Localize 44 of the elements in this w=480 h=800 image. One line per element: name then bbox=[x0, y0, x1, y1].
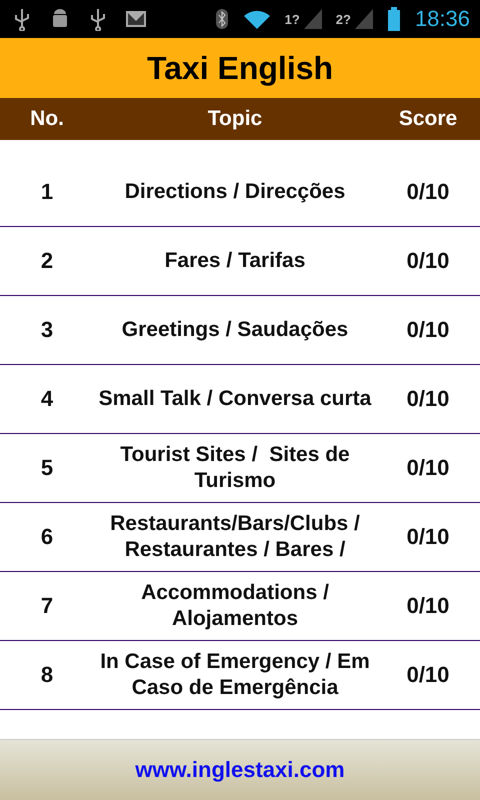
score-value: 0/10 bbox=[406, 523, 450, 551]
topic-row[interactable]: 3 Greetings / Saudações 0/10 bbox=[0, 296, 480, 365]
row-number: 5 bbox=[40, 454, 54, 482]
topic-row[interactable]: 6 Restaurants/Bars/Clubs / Restaurantes / Bares / 0/10 bbox=[0, 503, 480, 572]
topic-title: Fares / Tarifas bbox=[164, 248, 306, 274]
topic-row[interactable]: 2 Fares / Tarifas 0/10 bbox=[0, 227, 480, 296]
signal-icon bbox=[352, 7, 373, 31]
column-header: No. bbox=[30, 107, 64, 131]
score-value: 0/10 bbox=[406, 385, 450, 413]
battery-icon bbox=[386, 7, 401, 31]
score-value: 0/10 bbox=[406, 592, 450, 620]
score-value: 0/10 bbox=[406, 316, 450, 344]
topic-row[interactable]: 5 Tourist Sites / Sites de Turismo 0/10 bbox=[0, 434, 480, 503]
app-title: Taxi English bbox=[146, 50, 334, 86]
clock-time: 18:36 bbox=[414, 6, 470, 32]
topic-row[interactable]: 4 Small Talk / Conversa curta 0/10 bbox=[0, 365, 480, 434]
topic-title: Small Talk / Conversa curta bbox=[98, 386, 372, 412]
topic-title: Tourist Sites / Sites de Turismo bbox=[119, 442, 351, 494]
sim-label: 2? bbox=[336, 12, 351, 26]
row-number: 2 bbox=[40, 247, 54, 275]
sim-label: 1? bbox=[284, 12, 300, 26]
bluetooth-icon bbox=[214, 7, 229, 31]
row-number: 6 bbox=[40, 523, 54, 551]
score-value: 0/10 bbox=[406, 247, 450, 275]
row-number: 1 bbox=[40, 178, 54, 206]
signal-icon bbox=[302, 7, 322, 31]
column-header: Score bbox=[398, 107, 458, 131]
column-header: Topic bbox=[208, 107, 262, 131]
score-value: 0/10 bbox=[406, 454, 450, 482]
row-number: 3 bbox=[40, 316, 54, 344]
score-value: 0/10 bbox=[406, 661, 450, 689]
row-number: 8 bbox=[40, 661, 54, 689]
topic-row[interactable]: 8 In Case of Emergency / Em Caso de Emergência 0/10 bbox=[0, 641, 480, 710]
topic-row[interactable]: 7 Accommodations / Alojamentos 0/10 bbox=[0, 572, 480, 641]
website-link[interactable]: www.inglestaxi.com bbox=[135, 757, 345, 783]
topic-row[interactable]: 1 Directions / Direcções 0/10 bbox=[0, 158, 480, 227]
topic-title: Greetings / Saudações bbox=[122, 316, 348, 343]
score-value: 0/10 bbox=[406, 178, 450, 206]
topic-title: Restaurants/Bars/Clubs / Restaurantes / Bares / bbox=[109, 510, 361, 563]
topic-title: In Case of Emergency / Em Caso de Emergência bbox=[99, 648, 371, 701]
row-number: 7 bbox=[40, 592, 54, 620]
row-number: 4 bbox=[40, 385, 54, 413]
topic-title: Directions / Direcções bbox=[124, 178, 346, 205]
topic-title: Accommodations / Alojamentos bbox=[140, 580, 330, 632]
